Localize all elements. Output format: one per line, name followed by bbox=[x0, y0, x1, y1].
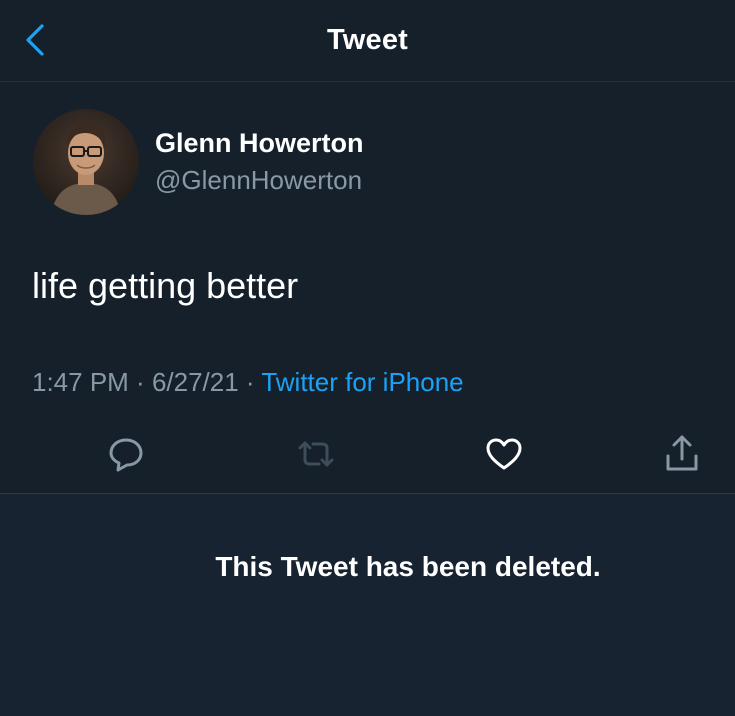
tweet-detail: Glenn Howerton @GlennHowerton life getti… bbox=[0, 83, 735, 493]
deleted-tweet-notice: This Tweet has been deleted. bbox=[0, 494, 735, 716]
heart-icon[interactable] bbox=[482, 432, 526, 476]
avatar[interactable] bbox=[33, 109, 139, 215]
share-icon[interactable] bbox=[660, 432, 704, 476]
tweet-text: life getting better bbox=[32, 265, 299, 306]
meta-separator-2: · bbox=[238, 367, 262, 397]
meta-separator: · bbox=[128, 367, 152, 397]
page-title: Tweet bbox=[326, 24, 409, 56]
tweet-source-link[interactable]: Twitter for iPhone bbox=[261, 367, 463, 397]
author-display-name[interactable]: Glenn Howerton bbox=[155, 128, 364, 159]
deleted-notice-text: This Tweet has been deleted. bbox=[215, 551, 601, 582]
tweet-time: 1:47 PM bbox=[32, 367, 129, 397]
tweet-action-bar bbox=[0, 428, 735, 478]
retweet-icon[interactable] bbox=[294, 432, 338, 476]
top-bar: Tweet bbox=[0, 0, 735, 82]
tweet-date: 6/27/21 bbox=[151, 367, 239, 397]
author-handle[interactable]: @GlennHowerton bbox=[155, 165, 362, 196]
reply-bubble-icon[interactable] bbox=[104, 432, 148, 476]
tweet-meta: 1:47 PM · 6/27/21 · Twitter for iPhone bbox=[32, 367, 464, 398]
